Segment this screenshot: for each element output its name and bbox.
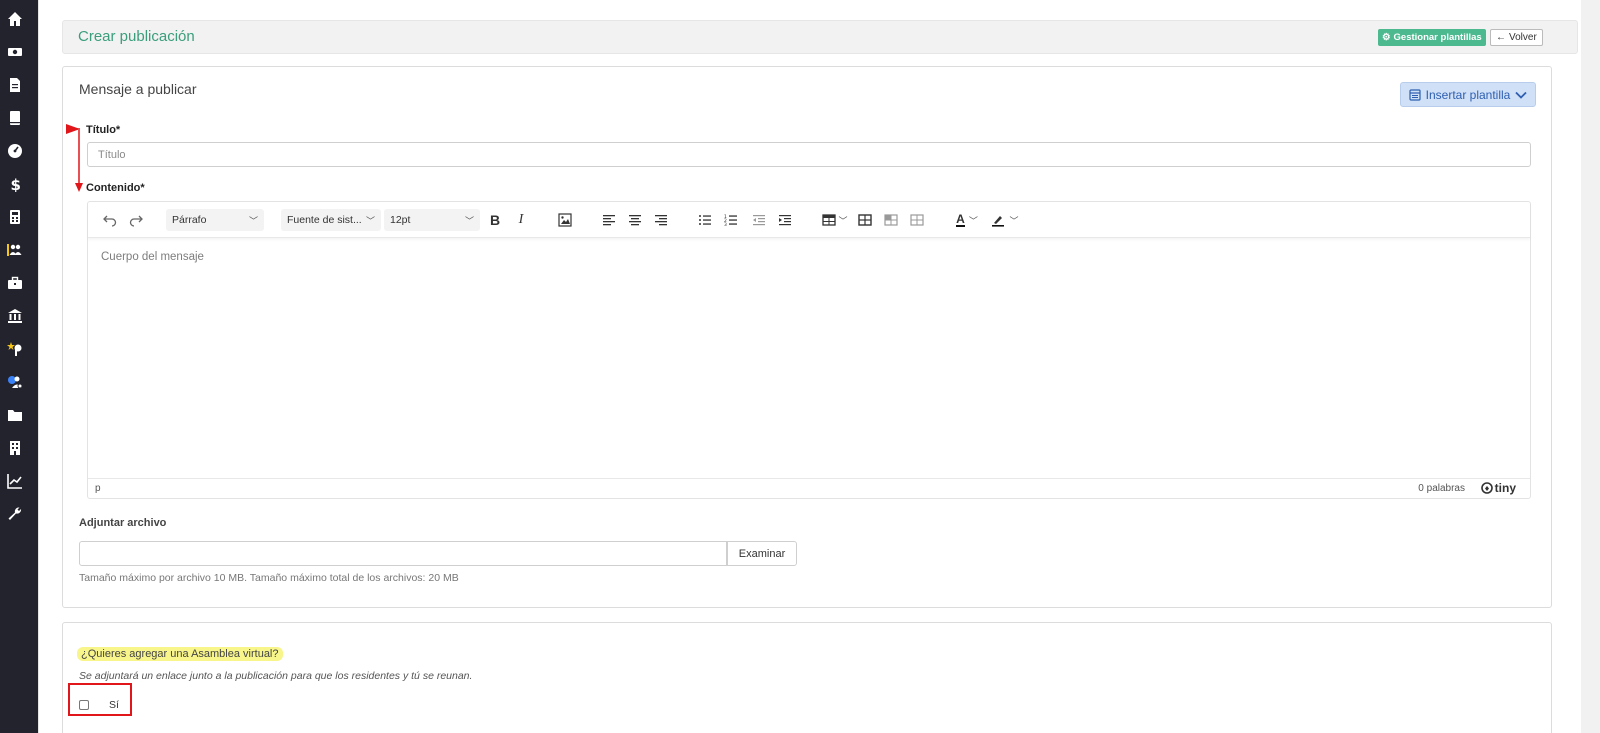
money-icon[interactable]: [0, 40, 30, 64]
image-icon[interactable]: [556, 210, 574, 230]
dollar-icon[interactable]: $: [0, 172, 30, 196]
bold-icon[interactable]: B: [487, 210, 503, 230]
chevron-down-icon: ﹀: [248, 215, 258, 226]
template-icon: [1409, 88, 1421, 101]
table-cell-icon[interactable]: [882, 210, 900, 230]
assembly-checkbox[interactable]: [79, 700, 89, 710]
highlight-color-icon[interactable]: ﹀: [990, 210, 1020, 230]
block-format-value: Párrafo: [172, 214, 207, 226]
align-center-icon[interactable]: [626, 210, 644, 230]
block-format-select[interactable]: Párrafo ﹀: [166, 209, 264, 231]
users-settings-icon[interactable]: [0, 370, 30, 394]
file-size-help: Tamaño máximo por archivo 10 MB. Tamaño …: [79, 572, 459, 584]
table-merge-icon[interactable]: [908, 210, 926, 230]
svg-text:3: 3: [724, 222, 727, 227]
chevron-down-icon: [1515, 91, 1527, 99]
chevron-down-icon: ﹀: [838, 215, 848, 226]
message-section-title: Mensaje a publicar: [79, 81, 197, 97]
indent-icon[interactable]: [776, 210, 794, 230]
book-icon[interactable]: [0, 106, 30, 130]
tiny-logo[interactable]: tiny: [1480, 481, 1516, 495]
back-label: Volver: [1509, 32, 1537, 43]
rich-text-editor: Párrafo ﹀ Fuente de sist... ﹀ 12pt ﹀ B I: [87, 201, 1531, 499]
bullet-list-icon[interactable]: [696, 210, 714, 230]
word-count[interactable]: 0 palabras: [1418, 483, 1465, 494]
redo-icon[interactable]: [126, 210, 146, 230]
editor-statusbar: p 0 palabras tiny: [88, 478, 1530, 498]
insert-template-button[interactable]: Insertar plantilla: [1400, 82, 1536, 107]
align-right-icon[interactable]: [652, 210, 670, 230]
chevron-down-icon: ﹀: [968, 215, 978, 226]
document-icon[interactable]: [0, 73, 30, 97]
page-title: Crear publicación: [78, 28, 195, 45]
gear-icon: ⚙: [1382, 32, 1391, 43]
insert-template-label: Insertar plantilla: [1425, 87, 1511, 102]
scrollbar[interactable]: [1581, 0, 1600, 733]
undo-icon[interactable]: [100, 210, 120, 230]
assembly-question: ¿Quieres agregar una Asamblea virtual?: [77, 647, 283, 661]
manage-templates-button[interactable]: ⚙ Gestionar plantillas: [1378, 29, 1486, 46]
arrow-left-icon: ←: [1496, 32, 1506, 43]
outdent-icon[interactable]: [750, 210, 768, 230]
bank-icon[interactable]: [0, 304, 30, 328]
users-icon[interactable]: [0, 238, 30, 262]
home-icon[interactable]: [0, 7, 30, 31]
wrench-icon[interactable]: [0, 502, 30, 526]
assembly-checkbox-label[interactable]: Sí: [109, 699, 119, 711]
attach-file-label: Adjuntar archivo: [79, 517, 167, 529]
tiny-logo-text: tiny: [1494, 481, 1516, 495]
message-card: Mensaje a publicar Insertar plantilla Tí…: [62, 66, 1552, 608]
sidebar: $: [0, 0, 38, 733]
chevron-down-icon: ﹀: [365, 215, 375, 226]
main-area: Crear publicación ⚙ Gestionar plantillas…: [38, 0, 1600, 733]
italic-icon[interactable]: I: [513, 210, 529, 230]
editor-body-placeholder[interactable]: Cuerpo del mensaje: [101, 251, 204, 263]
chart-icon[interactable]: [0, 469, 30, 493]
briefcase-icon[interactable]: [0, 271, 30, 295]
file-input[interactable]: [79, 541, 727, 566]
chevron-down-icon: ﹀: [464, 215, 474, 226]
numbered-list-icon[interactable]: 123: [722, 210, 740, 230]
font-family-value: Fuente de sist...: [287, 214, 362, 226]
page-header: Crear publicación ⚙ Gestionar plantillas…: [62, 20, 1578, 54]
content-panel: Crear publicación ⚙ Gestionar plantillas…: [38, 0, 1581, 733]
svg-text:$: $: [11, 176, 21, 192]
font-family-select[interactable]: Fuente de sist... ﹀: [281, 209, 381, 231]
key-star-icon[interactable]: [0, 337, 30, 361]
text-color-glyph: A: [956, 212, 965, 227]
folder-icon[interactable]: [0, 403, 30, 427]
title-label: Título*: [86, 124, 121, 136]
table-row-icon[interactable]: [856, 210, 874, 230]
tiny-logo-icon: [1480, 482, 1493, 494]
dashboard-icon[interactable]: [0, 139, 30, 163]
assembly-description: Se adjuntará un enlace junto a la public…: [79, 670, 473, 682]
annotation-highlight-box: [68, 683, 132, 716]
font-size-select[interactable]: 12pt ﹀: [384, 209, 480, 231]
browse-button[interactable]: Examinar: [727, 541, 797, 566]
text-color-icon[interactable]: A ﹀: [952, 210, 982, 230]
editor-toolbar: Párrafo ﹀ Fuente de sist... ﹀ 12pt ﹀ B I: [88, 202, 1530, 238]
building-icon[interactable]: [0, 436, 30, 460]
calculator-icon[interactable]: [0, 205, 30, 229]
back-button[interactable]: ← Volver: [1490, 29, 1543, 46]
manage-templates-label: Gestionar plantillas: [1393, 32, 1482, 43]
chevron-down-icon: ﹀: [1009, 215, 1019, 226]
table-icon[interactable]: ﹀: [820, 210, 850, 230]
content-label: Contenido*: [86, 182, 145, 194]
font-size-value: 12pt: [390, 214, 411, 226]
element-path[interactable]: p: [95, 483, 101, 494]
title-input[interactable]: [87, 142, 1531, 167]
align-left-icon[interactable]: [600, 210, 618, 230]
assembly-card: ¿Quieres agregar una Asamblea virtual? S…: [62, 622, 1552, 733]
